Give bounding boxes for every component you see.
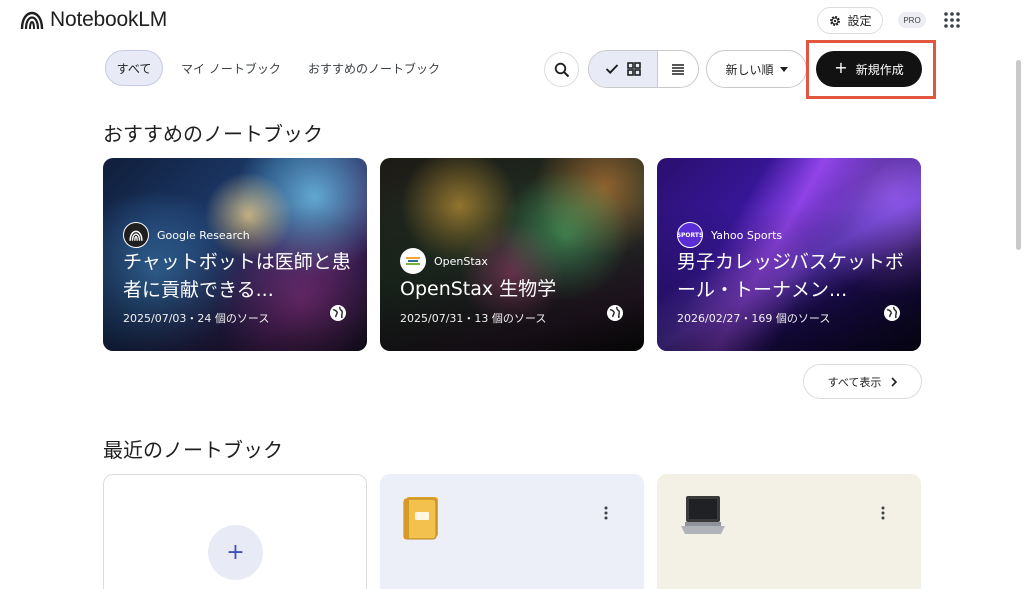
- chevron-right-icon: [891, 376, 898, 387]
- settings-button[interactable]: 設定: [817, 7, 883, 34]
- openstax-logo-icon: [400, 248, 426, 274]
- settings-label: 設定: [847, 14, 872, 28]
- create-notebook-card[interactable]: +: [103, 474, 367, 589]
- list-view-button[interactable]: [658, 51, 698, 87]
- featured-section-title: おすすめのノートブック: [103, 122, 323, 146]
- grid-view-icon: [627, 62, 641, 76]
- check-icon: [605, 64, 619, 74]
- notebook-emoji-icon: [403, 497, 438, 540]
- laptop-emoji-icon: [681, 496, 725, 534]
- card-source-name: OpenStax: [434, 254, 488, 268]
- gear-icon: [830, 15, 841, 26]
- google-research-logo-icon: [123, 222, 149, 248]
- tab-featured-notebooks[interactable]: おすすめのノートブック: [308, 50, 440, 86]
- card-meta: 2026/02/27・169 個のソース: [677, 312, 831, 325]
- more-vert-icon[interactable]: [881, 506, 885, 520]
- notebook-card[interactable]: [380, 474, 644, 589]
- tab-my-notebooks[interactable]: マイ ノートブック: [181, 50, 281, 86]
- create-new-button[interactable]: + 新規作成: [816, 51, 922, 87]
- apps-grid-icon[interactable]: [943, 11, 961, 29]
- create-new-label: 新規作成: [855, 62, 904, 77]
- sort-label: 新しい順: [725, 62, 774, 77]
- search-icon: [554, 62, 569, 77]
- card-title: 男子カレッジバスケットボール・トーナメン...: [677, 251, 904, 301]
- card-meta: 2025/07/03・24 個のソース: [123, 312, 270, 325]
- show-all-label: すべて表示: [827, 375, 882, 389]
- card-meta: 2025/07/31・13 個のソース: [400, 312, 547, 325]
- globe-icon: [607, 305, 623, 321]
- card-source: SPORTS Yahoo Sports: [677, 222, 782, 248]
- card-source: OpenStax: [400, 248, 488, 274]
- globe-icon: [884, 305, 900, 321]
- list-view-icon: [672, 63, 684, 75]
- card-source: Google Research: [123, 222, 250, 248]
- featured-card[interactable]: SPORTS Yahoo Sports 男子カレッジバスケットボール・トーナメン…: [657, 158, 921, 351]
- notebook-card[interactable]: [657, 474, 921, 589]
- plus-icon: +: [208, 525, 263, 580]
- card-source-name: Yahoo Sports: [711, 228, 783, 242]
- app-title: NotebookLM: [50, 8, 168, 31]
- card-source-name: Google Research: [157, 228, 250, 242]
- page-scrollbar[interactable]: [1016, 60, 1021, 250]
- app-header: NotebookLM 設定 PRO: [0, 0, 1024, 40]
- plus-icon: +: [834, 58, 848, 77]
- tab-all[interactable]: すべて: [105, 50, 163, 86]
- featured-card[interactable]: Google Research チャットボットは医師と患者に貢献できる... 2…: [103, 158, 367, 351]
- card-title: OpenStax 生物学: [400, 278, 557, 300]
- show-all-button[interactable]: すべて表示: [803, 364, 922, 399]
- recent-section-title: 最近のノートブック: [103, 438, 283, 462]
- app-logo[interactable]: NotebookLM: [20, 8, 167, 32]
- search-button[interactable]: [544, 52, 579, 87]
- card-title: チャットボットは医師と患者に貢献できる...: [123, 251, 351, 301]
- view-mode-toggle: [588, 50, 699, 88]
- grid-view-button[interactable]: [589, 51, 658, 87]
- notebooklm-logo-icon: [20, 11, 44, 30]
- yahoo-sports-logo-icon: SPORTS: [677, 222, 703, 248]
- sort-dropdown[interactable]: 新しい順: [706, 50, 807, 88]
- dropdown-arrow-icon: [779, 66, 788, 72]
- globe-icon: [330, 305, 346, 321]
- more-vert-icon[interactable]: [604, 506, 608, 520]
- pro-badge: PRO: [898, 12, 926, 28]
- featured-card[interactable]: OpenStax OpenStax 生物学 2025/07/31・13 個のソー…: [380, 158, 644, 351]
